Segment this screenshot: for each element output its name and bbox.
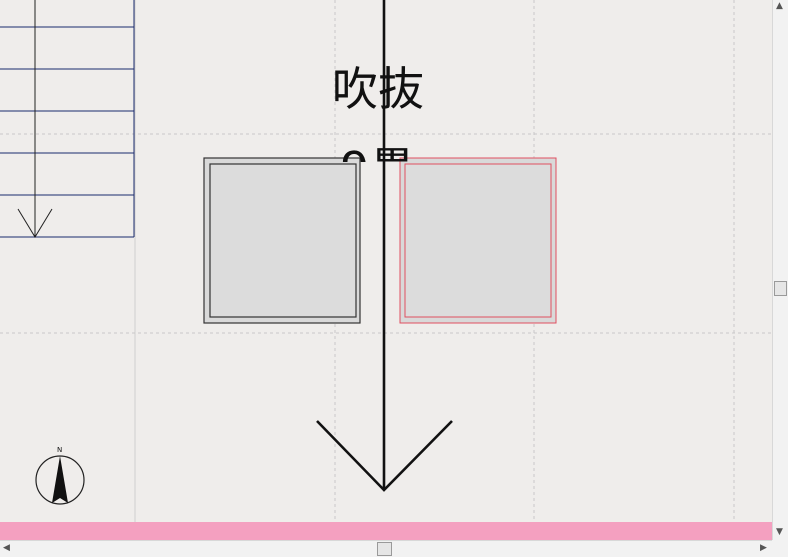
vertical-scrollbar[interactable]: ▲ ▼	[772, 0, 788, 540]
stair-direction-arrow	[17, 0, 53, 238]
scroll-right-arrow-icon[interactable]: ▶	[760, 544, 767, 553]
compass-icon	[35, 455, 85, 505]
vertical-scroll-thumb[interactable]	[774, 281, 787, 296]
horizontal-scroll-thumb[interactable]	[377, 542, 392, 556]
scroll-up-arrow-icon[interactable]: ▲	[776, 2, 783, 11]
status-strip	[0, 522, 772, 540]
compass-north-label: N	[57, 446, 63, 454]
drawing-canvas[interactable]: 吹抜 9畳 N	[0, 0, 772, 540]
scroll-left-arrow-icon[interactable]: ◀	[3, 544, 10, 553]
window-right-selected[interactable]	[399, 157, 557, 324]
room-name-label: 吹抜	[332, 62, 424, 116]
stairs[interactable]	[0, 0, 135, 238]
scroll-down-arrow-icon[interactable]: ▼	[776, 528, 783, 537]
horizontal-scrollbar[interactable]: ◀ ▶	[0, 540, 772, 557]
scrollbar-corner	[772, 540, 788, 557]
window-left[interactable]	[203, 157, 361, 324]
